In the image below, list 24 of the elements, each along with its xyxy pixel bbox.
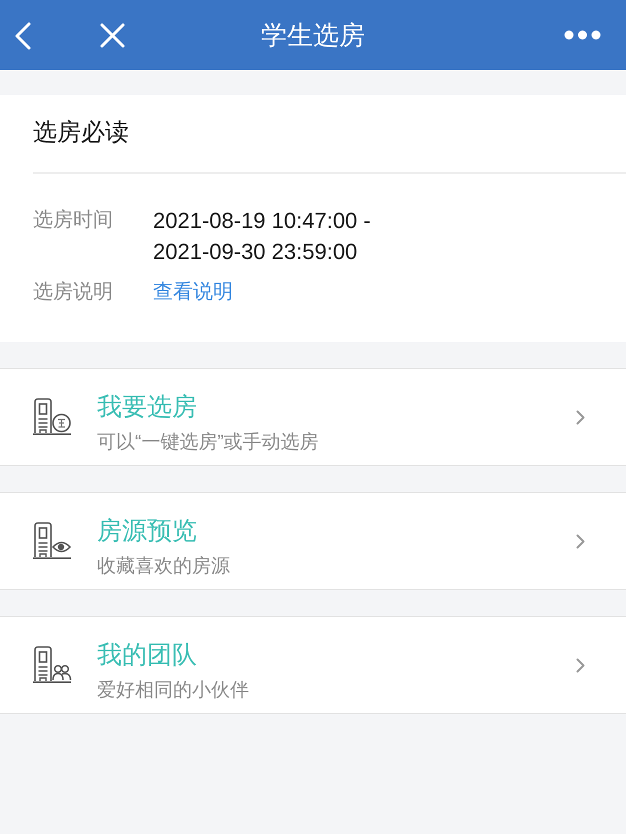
menu-card[interactable]: 我要选房 可以“一键选房”或手动选房 bbox=[0, 368, 626, 466]
back-icon[interactable] bbox=[14, 22, 32, 50]
notice-title: 选房必读 bbox=[32, 118, 130, 148]
close-icon[interactable] bbox=[100, 23, 125, 48]
building-eye-icon bbox=[32, 521, 72, 561]
view-instructions-link[interactable]: 查看说明 bbox=[153, 277, 233, 308]
menu-card[interactable]: 房源预览 收藏喜欢的房源 bbox=[0, 492, 626, 590]
menu-title: 我的团队 bbox=[97, 640, 198, 670]
time-range-value: 2021-08-19 10:47:00 - 2021-09-30 23:59:00 bbox=[153, 207, 372, 266]
menu-subtitle: 收藏喜欢的房源 bbox=[97, 554, 231, 578]
building-people-icon bbox=[32, 645, 72, 685]
more-icon[interactable] bbox=[564, 30, 601, 40]
menu-card[interactable]: 我的团队 爱好相同的小伙伴 bbox=[0, 616, 626, 714]
menu-subtitle: 爱好相同的小伙伴 bbox=[97, 678, 250, 702]
chevron-right-icon bbox=[576, 534, 585, 548]
building-coin-icon bbox=[32, 397, 72, 437]
chevron-right-icon bbox=[576, 658, 585, 672]
field-label: 选房说明 bbox=[33, 280, 114, 305]
menu-subtitle: 可以“一键选房”或手动选房 bbox=[97, 430, 320, 454]
field-label: 选房时间 bbox=[33, 208, 114, 233]
page-title: 学生选房 bbox=[261, 19, 365, 52]
menu-title: 房源预览 bbox=[97, 516, 198, 546]
menu-title: 我要选房 bbox=[97, 392, 198, 422]
chevron-right-icon bbox=[576, 410, 585, 424]
